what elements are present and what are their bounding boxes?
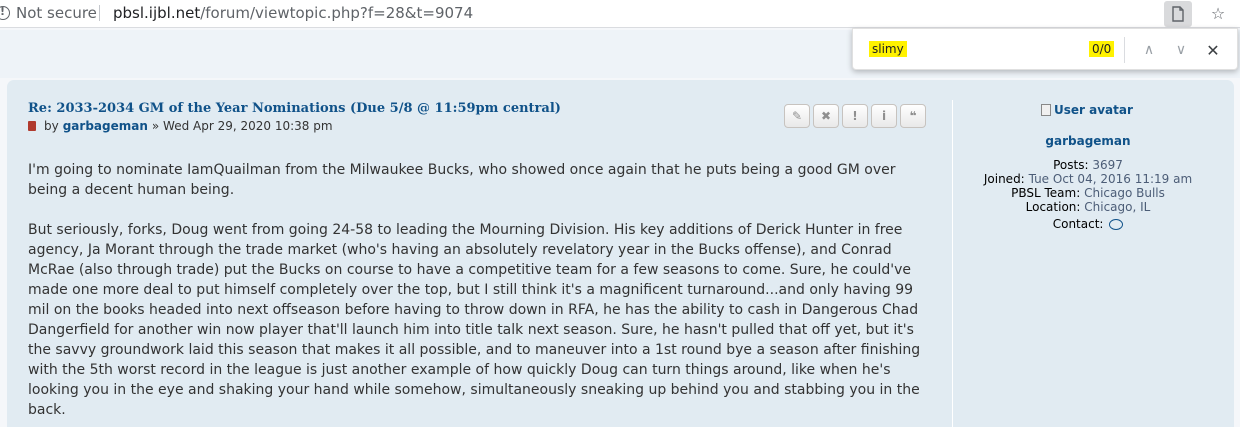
- find-close-button[interactable]: ✕: [1201, 38, 1225, 62]
- bookmark-star-icon[interactable]: ☆: [1204, 0, 1232, 26]
- by-label: by: [44, 119, 59, 133]
- find-separator: [1124, 37, 1125, 63]
- address-bar[interactable]: Not secure pbsl.ijbl.net/forum/viewtopic…: [0, 0, 1240, 28]
- avatar-alt-text: User avatar: [1054, 103, 1133, 117]
- contact-label: Contact:: [1052, 217, 1104, 231]
- joined-value: Tue Oct 04, 2016 11:19 am: [1028, 172, 1193, 186]
- warning-icon: [0, 5, 10, 20]
- url-text[interactable]: pbsl.ijbl.net/forum/viewtopic.php?f=28&t…: [113, 4, 473, 22]
- security-indicator[interactable]: Not secure: [0, 4, 97, 22]
- post-content: I'm going to nominate IamQuailman from t…: [28, 160, 928, 427]
- location-label: Location:: [1025, 200, 1081, 214]
- post-profile: User avatar garbageman Posts: 3697 Joine…: [952, 100, 1222, 427]
- find-bar[interactable]: slimy 0/0 ∧ ∨ ✕: [852, 28, 1238, 70]
- info-button[interactable]: i: [871, 104, 897, 128]
- forum-post: Re: 2033-2034 GM of the Year Nominations…: [7, 80, 1234, 427]
- delete-button[interactable]: ✖: [813, 104, 839, 128]
- post-date: » Wed Apr 29, 2020 10:38 pm: [151, 119, 333, 133]
- team-label: PBSL Team:: [1011, 186, 1081, 200]
- find-next-button[interactable]: ∨: [1169, 38, 1193, 62]
- profile-location: Location: Chicago, IL: [953, 200, 1223, 214]
- posts-label: Posts:: [1053, 158, 1089, 172]
- post-actions: ✎ ✖ ! i ❝: [784, 104, 929, 128]
- report-button[interactable]: !: [842, 104, 868, 128]
- chat-bubble-icon[interactable]: [1109, 219, 1124, 230]
- broken-image-icon: [1041, 104, 1051, 116]
- find-input[interactable]: slimy: [869, 41, 907, 57]
- post-paragraph: But seriously, forks, Doug went from goi…: [28, 222, 921, 418]
- post-author-line: by garbageman » Wed Apr 29, 2020 10:38 p…: [28, 119, 333, 133]
- address-separator: [99, 5, 100, 21]
- profile-team: PBSL Team: Chicago Bulls: [953, 186, 1223, 200]
- page-info-button[interactable]: [1164, 1, 1192, 27]
- security-label: Not secure: [16, 4, 97, 22]
- profile-username-link[interactable]: garbageman: [953, 134, 1223, 148]
- find-previous-button[interactable]: ∧: [1137, 38, 1161, 62]
- profile-posts: Posts: 3697: [953, 158, 1223, 172]
- find-match-count: 0/0: [1089, 41, 1115, 57]
- profile-contact: Contact:: [953, 217, 1223, 231]
- team-value: Chicago Bulls: [1084, 186, 1165, 200]
- edit-button[interactable]: ✎: [784, 104, 810, 128]
- author-link[interactable]: garbageman: [63, 119, 148, 133]
- joined-label: Joined:: [983, 172, 1025, 186]
- url-path: /forum/viewtopic.php?f=28&t=9074: [200, 4, 474, 22]
- profile-joined: Joined: Tue Oct 04, 2016 11:19 am: [953, 172, 1223, 186]
- quote-button[interactable]: ❝: [900, 104, 926, 128]
- avatar[interactable]: User avatar: [1041, 103, 1133, 117]
- url-domain: pbsl.ijbl.net: [113, 4, 201, 22]
- document-icon: [1172, 6, 1184, 22]
- post-paragraph: I'm going to nominate IamQuailman from t…: [28, 162, 896, 198]
- posts-count-link[interactable]: 3697: [1092, 158, 1123, 172]
- location-value: Chicago, IL: [1084, 200, 1151, 214]
- post-title-link[interactable]: Re: 2033-2034 GM of the Year Nominations…: [28, 101, 561, 116]
- post-icon[interactable]: [28, 121, 36, 131]
